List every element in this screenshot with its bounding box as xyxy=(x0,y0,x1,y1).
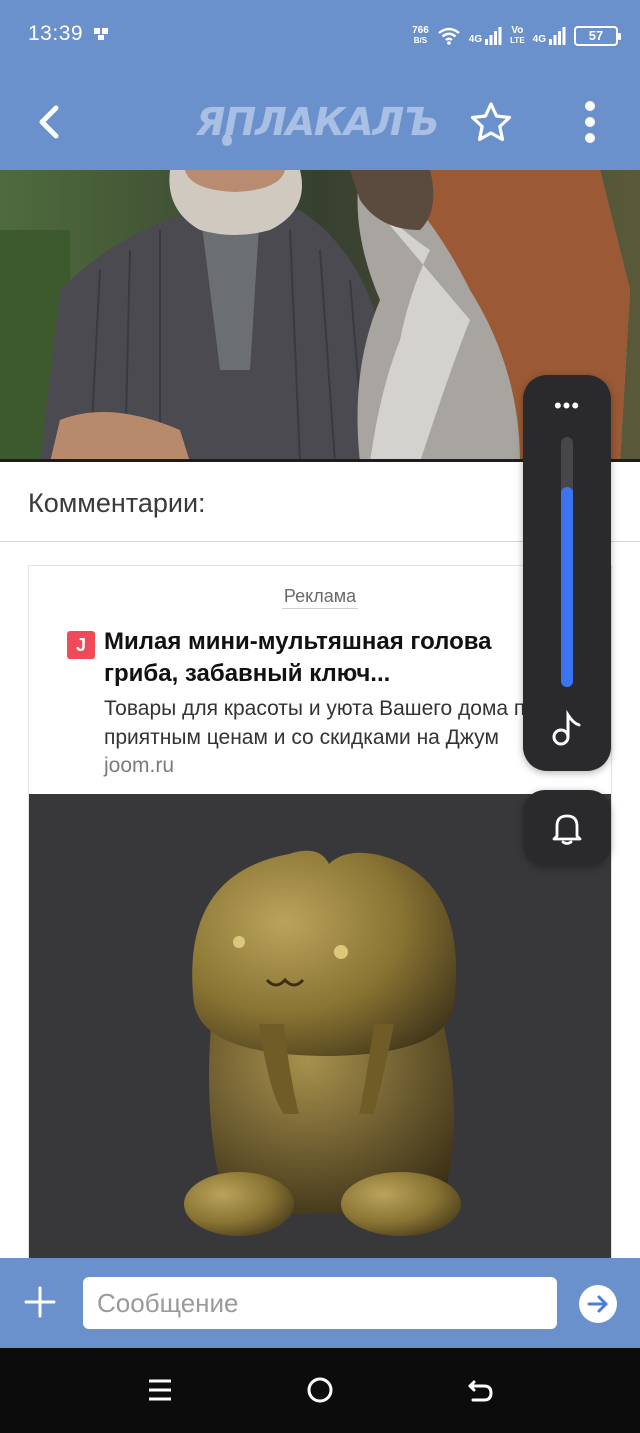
comments-title: Комментарии: xyxy=(28,488,206,518)
volume-panel: ••• xyxy=(523,375,611,771)
signal-bars-icon xyxy=(549,27,566,45)
send-button[interactable] xyxy=(579,1285,617,1323)
network-speed: 766 B/S xyxy=(412,26,429,46)
signal-2-label: 4G xyxy=(532,34,546,45)
ad-domain[interactable]: joom.ru xyxy=(104,754,174,778)
signal-bars-icon xyxy=(485,27,502,45)
message-composer xyxy=(0,1258,640,1348)
message-input[interactable] xyxy=(83,1277,557,1329)
home-circle-icon[interactable] xyxy=(304,1374,336,1406)
notification-icon xyxy=(94,28,108,40)
wifi-icon xyxy=(438,27,460,45)
site-logo[interactable]: ЯПЛАКАЛЪ xyxy=(196,100,439,144)
ad-label-text: Реклама xyxy=(281,586,359,609)
volte-sub: LTE xyxy=(510,36,525,45)
battery-indicator: 57 xyxy=(574,26,621,46)
status-bar: 13:39 766 B/S 4G Vo LTE 4G 57 xyxy=(0,0,640,72)
cell-signal-1: 4G xyxy=(469,27,502,45)
volte-indicator: Vo LTE xyxy=(510,26,525,46)
network-speed-unit: B/S xyxy=(413,36,428,45)
app-header: ЯПЛАКАЛЪ xyxy=(0,72,640,170)
logo-drop-icon xyxy=(222,134,232,146)
nav-back-icon[interactable] xyxy=(464,1374,496,1406)
volume-slider[interactable] xyxy=(561,437,573,687)
brass-figurine-image xyxy=(29,794,611,1264)
network-speed-value: 766 xyxy=(412,25,429,36)
more-vertical-icon[interactable] xyxy=(576,98,604,146)
system-nav-bar xyxy=(0,1348,640,1433)
favorite-star-icon[interactable] xyxy=(468,100,514,144)
status-time: 13:39 xyxy=(28,22,84,45)
cell-signal-2: 4G xyxy=(533,27,566,45)
music-note-icon[interactable] xyxy=(549,709,585,749)
recent-apps-icon[interactable] xyxy=(146,1376,174,1404)
notification-toggle[interactable] xyxy=(523,790,611,866)
volte-label: Vo xyxy=(511,25,524,36)
volume-menu-dots-icon[interactable]: ••• xyxy=(523,395,611,417)
volume-slider-fill xyxy=(561,487,573,687)
signal-1-label: 4G xyxy=(468,34,483,45)
send-arrow-icon xyxy=(587,1295,608,1313)
bell-icon xyxy=(552,814,582,845)
ad-product-image[interactable] xyxy=(29,794,611,1264)
plus-icon[interactable] xyxy=(22,1284,58,1320)
back-arrow-icon[interactable] xyxy=(28,100,72,144)
status-right: 766 B/S 4G Vo LTE 4G 57 xyxy=(412,20,621,52)
joom-logo-icon: J xyxy=(67,631,95,659)
